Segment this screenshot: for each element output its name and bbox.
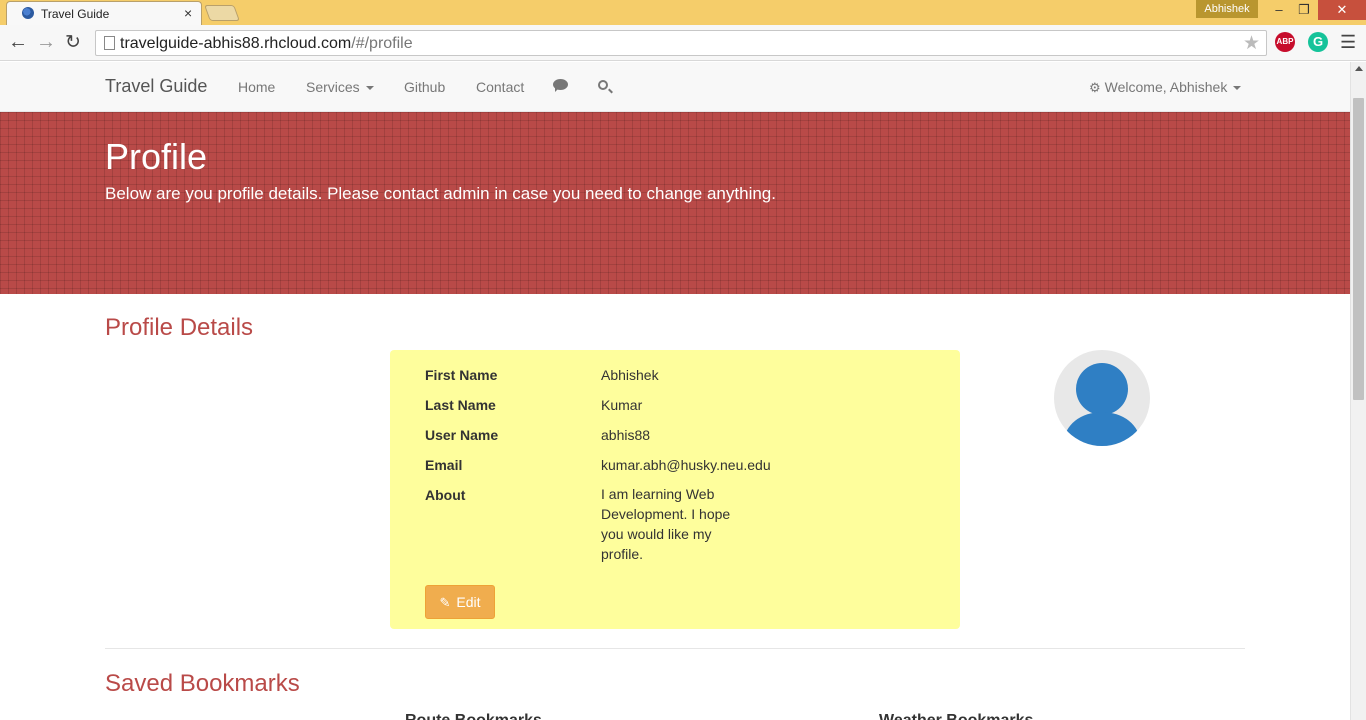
caret-down-icon (365, 86, 374, 91)
weather-bookmarks-heading: Weather Bookmarks (879, 712, 1033, 720)
route-bookmarks-heading: Route Bookmarks (405, 712, 542, 720)
nav-home[interactable]: Home (238, 79, 275, 95)
url-text[interactable]: travelguide-abhis88.rhcloud.com/#/profil… (120, 35, 413, 53)
minimize-icon[interactable]: – (1268, 0, 1290, 20)
nav-github[interactable]: Github (404, 79, 445, 95)
nav-services[interactable]: Services (306, 79, 374, 95)
username-value: abhis88 (601, 427, 651, 443)
nav-services-label: Services (306, 79, 360, 95)
hero-banner: Profile Below are you profile details. P… (0, 112, 1350, 294)
caret-down-icon (1233, 86, 1242, 91)
section-divider (105, 648, 1245, 649)
close-tab-icon[interactable]: × (184, 5, 192, 21)
maximize-icon[interactable]: ❐ (1292, 0, 1316, 20)
email-label: Email (425, 457, 463, 473)
saved-bookmarks-heading: Saved Bookmarks (105, 670, 300, 697)
new-tab-button[interactable] (204, 5, 240, 21)
about-value: I am learning Web Development. I hope yo… (601, 486, 731, 562)
avatar-body (1064, 412, 1140, 446)
pencil-icon: ✎ (439, 595, 451, 610)
user-menu[interactable]: ⚙ Welcome, Abhishek (1089, 79, 1242, 96)
tab-title: Travel Guide (41, 7, 110, 21)
browser-titlebar: Travel Guide × Abhishek – ❐ ✕ (0, 0, 1366, 25)
url-host: travelguide-abhis88.rhcloud.com (120, 35, 352, 52)
page-subtitle: Below are you profile details. Please co… (105, 184, 776, 203)
first-name-label: First Name (425, 367, 498, 383)
search-icon[interactable] (598, 80, 608, 90)
browser-tab[interactable]: Travel Guide × (6, 1, 202, 25)
page-scrollbar[interactable] (1350, 62, 1366, 720)
email-value: kumar.abh@husky.neu.edu (601, 457, 771, 473)
brand-link[interactable]: Travel Guide (105, 76, 207, 97)
back-arrow-icon[interactable]: ← (8, 31, 28, 54)
last-name-label: Last Name (425, 397, 496, 413)
gear-icon: ⚙ (1089, 80, 1101, 95)
page-icon (104, 36, 115, 50)
globe-icon (22, 7, 34, 19)
page-viewport: Travel Guide Home Services Github Contac… (0, 62, 1350, 720)
browser-user-badge[interactable]: Abhishek (1196, 0, 1258, 18)
edit-label: Edit (456, 594, 481, 610)
about-label: About (425, 487, 466, 503)
address-bar[interactable]: travelguide-abhis88.rhcloud.com/#/profil… (95, 30, 1267, 56)
profile-details-heading: Profile Details (105, 314, 254, 341)
browser-toolbar: ← → ↻ travelguide-abhis88.rhcloud.com/#/… (0, 25, 1366, 61)
last-name-value: Kumar (601, 397, 643, 413)
bookmark-star-icon[interactable]: ★ (1243, 32, 1260, 55)
username-label: User Name (425, 427, 499, 443)
edit-button[interactable]: ✎ Edit (425, 585, 495, 619)
chat-icon[interactable] (553, 79, 568, 92)
adblock-icon[interactable]: ABP (1275, 32, 1295, 52)
page-title: Profile (105, 136, 208, 177)
welcome-label: Welcome, Abhishek (1104, 79, 1228, 95)
close-window-icon[interactable]: ✕ (1318, 0, 1366, 20)
avatar-head (1076, 363, 1128, 415)
profile-card: First Name Abhishek Last Name Kumar User… (390, 350, 960, 629)
forward-arrow-icon[interactable]: → (36, 31, 56, 54)
first-name-value: Abhishek (601, 367, 659, 383)
browser-menu-icon[interactable]: ☰ (1340, 32, 1356, 53)
avatar (1054, 350, 1150, 446)
nav-contact[interactable]: Contact (476, 79, 524, 95)
grammarly-icon[interactable]: G (1308, 32, 1328, 52)
url-path: /#/profile (351, 35, 413, 52)
reload-icon[interactable]: ↻ (65, 31, 81, 54)
scroll-thumb[interactable] (1353, 98, 1364, 400)
scroll-up-icon[interactable] (1355, 66, 1363, 71)
site-navbar: Travel Guide Home Services Github Contac… (0, 62, 1350, 112)
